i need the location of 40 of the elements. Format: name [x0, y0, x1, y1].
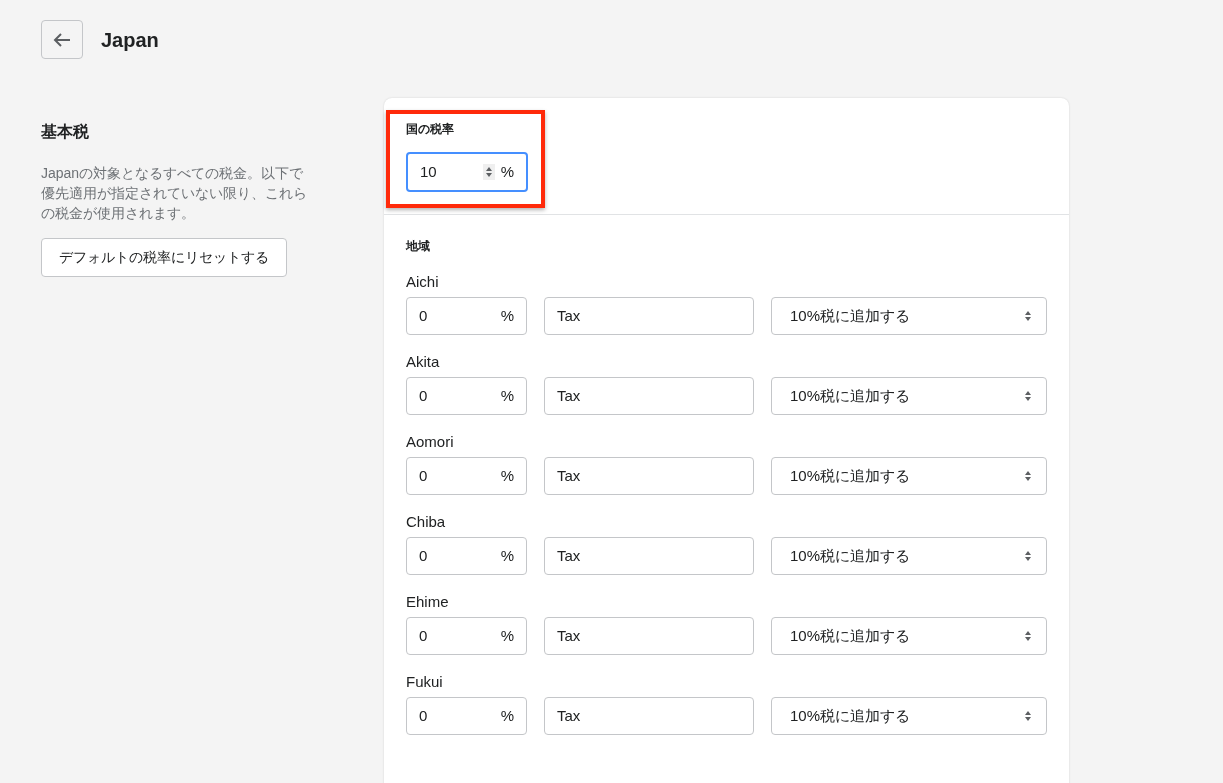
field-label: 国の税率: [406, 121, 455, 138]
regions-heading: 地域: [406, 238, 431, 255]
up-down-icon: [1024, 470, 1032, 482]
page-title: Japan: [101, 27, 159, 53]
up-down-icon: [1024, 390, 1032, 402]
tax-name-field[interactable]: Tax: [544, 537, 754, 575]
rate-field[interactable]: 0 %: [406, 297, 527, 335]
region-name: Aichi: [406, 273, 440, 291]
rate-field[interactable]: 0 %: [406, 457, 527, 495]
up-down-icon: [1024, 310, 1032, 322]
tax-mode-select[interactable]: 10%税に追加する: [771, 697, 1047, 735]
up-down-icon: [1024, 630, 1032, 642]
rate-field[interactable]: 0 %: [406, 697, 527, 735]
reset-button[interactable]: デフォルトの税率にリセットする: [41, 238, 287, 277]
up-down-icon: [484, 166, 493, 178]
region-name: Ehime: [406, 593, 450, 611]
tax-name-field[interactable]: Tax: [544, 297, 754, 335]
section-description: Japanの対象となるすべての税金。以下で優先適用が指定されていない限り、これらの税金が使用されます。: [41, 164, 308, 223]
region-name: Akita: [406, 353, 441, 371]
up-down-icon: [1024, 710, 1032, 722]
tax-mode-select[interactable]: 10%税に追加する: [771, 377, 1047, 415]
region-name: Chiba: [406, 513, 447, 531]
back-button[interactable]: [41, 20, 83, 59]
tax-mode-select[interactable]: 10%税に追加する: [771, 617, 1047, 655]
tax-mode-select[interactable]: 10%税に追加する: [771, 297, 1047, 335]
country-rate-field[interactable]: 10 %: [406, 152, 528, 192]
tax-mode-select[interactable]: 10%税に追加する: [771, 457, 1047, 495]
tax-mode-select[interactable]: 10%税に追加する: [771, 537, 1047, 575]
tax-name-field[interactable]: Tax: [544, 457, 754, 495]
region-name: Aomori: [406, 433, 455, 451]
region-name: Fukui: [406, 673, 444, 691]
tax-name-field[interactable]: Tax: [544, 617, 754, 655]
rate-field[interactable]: 0 %: [406, 377, 527, 415]
tax-name-field[interactable]: Tax: [544, 697, 754, 735]
tax-name-field[interactable]: Tax: [544, 377, 754, 415]
up-down-icon: [1024, 550, 1032, 562]
section-heading: 基本税: [41, 122, 89, 142]
rate-field[interactable]: 0 %: [406, 537, 527, 575]
rate-field[interactable]: 0 %: [406, 617, 527, 655]
back-arrow-icon: [53, 31, 71, 48]
